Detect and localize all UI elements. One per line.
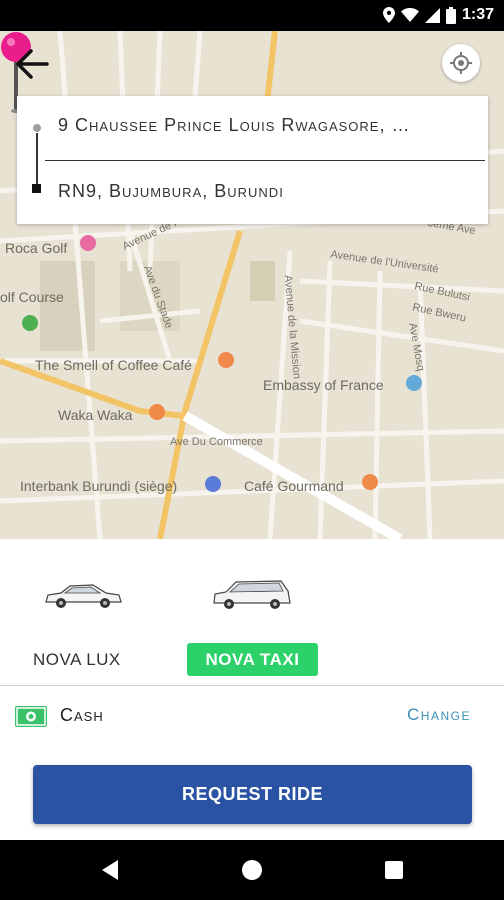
map-label-embassy: Embassy of France — [263, 377, 384, 393]
minivan-car-icon[interactable] — [211, 577, 293, 611]
wifi-icon — [400, 8, 419, 22]
address-card: 9 Chaussee Prince Louis Rwagasore, … RN9… — [17, 96, 488, 224]
nav-home-button[interactable] — [236, 854, 268, 886]
nav-recents-button[interactable] — [378, 854, 410, 886]
my-location-button[interactable] — [442, 44, 480, 82]
pickup-dot-icon — [33, 124, 41, 132]
location-icon — [382, 7, 395, 23]
cash-icon — [15, 706, 47, 727]
arrow-left-icon — [16, 49, 49, 79]
nav-back-button[interactable] — [94, 854, 126, 886]
square-recents-icon — [385, 861, 403, 879]
status-bar: 1:37 — [0, 0, 504, 31]
dropoff-address-field[interactable]: RN9, Bujumbura, Burundi — [58, 181, 478, 202]
payment-method-label: Cash — [60, 705, 104, 725]
sedan-car-icon[interactable] — [43, 580, 123, 610]
crosshair-icon — [450, 52, 472, 74]
circle-home-icon — [242, 860, 262, 880]
triangle-back-icon — [102, 860, 118, 880]
map-label-golf-course: olf Course — [0, 289, 64, 305]
address-divider — [45, 160, 485, 161]
change-payment-link[interactable]: Change — [407, 705, 471, 725]
signal-icon — [424, 7, 440, 23]
map-label-interbank: Interbank Burundi (siège) — [20, 478, 178, 494]
back-button[interactable] — [12, 44, 52, 84]
map-label-roca-golf: Roca Golf — [5, 240, 68, 256]
ride-option-nova-taxi[interactable]: NOVA TAXI — [187, 643, 318, 676]
system-nav-bar — [0, 840, 504, 900]
request-ride-button[interactable]: REQUEST RIDE — [33, 765, 472, 824]
status-icons: 1:37 — [382, 6, 494, 24]
pickup-address-field[interactable]: 9 Chaussee Prince Louis Rwagasore, … — [58, 115, 478, 136]
route-line — [36, 133, 38, 185]
map-street-ave-commerce: Ave Du Commerce — [170, 436, 263, 448]
map-label-cafe-gourmand: Café Gourmand — [244, 478, 344, 494]
status-time: 1:37 — [461, 6, 494, 23]
panel-divider — [0, 685, 504, 686]
map-label-waka-waka: Waka Waka — [58, 407, 133, 423]
ride-option-nova-lux[interactable]: NOVA LUX — [33, 650, 121, 670]
battery-icon — [445, 6, 456, 24]
dropoff-square-icon — [32, 184, 41, 193]
map-label-smell-coffee: The Smell of Coffee Café — [35, 357, 192, 373]
